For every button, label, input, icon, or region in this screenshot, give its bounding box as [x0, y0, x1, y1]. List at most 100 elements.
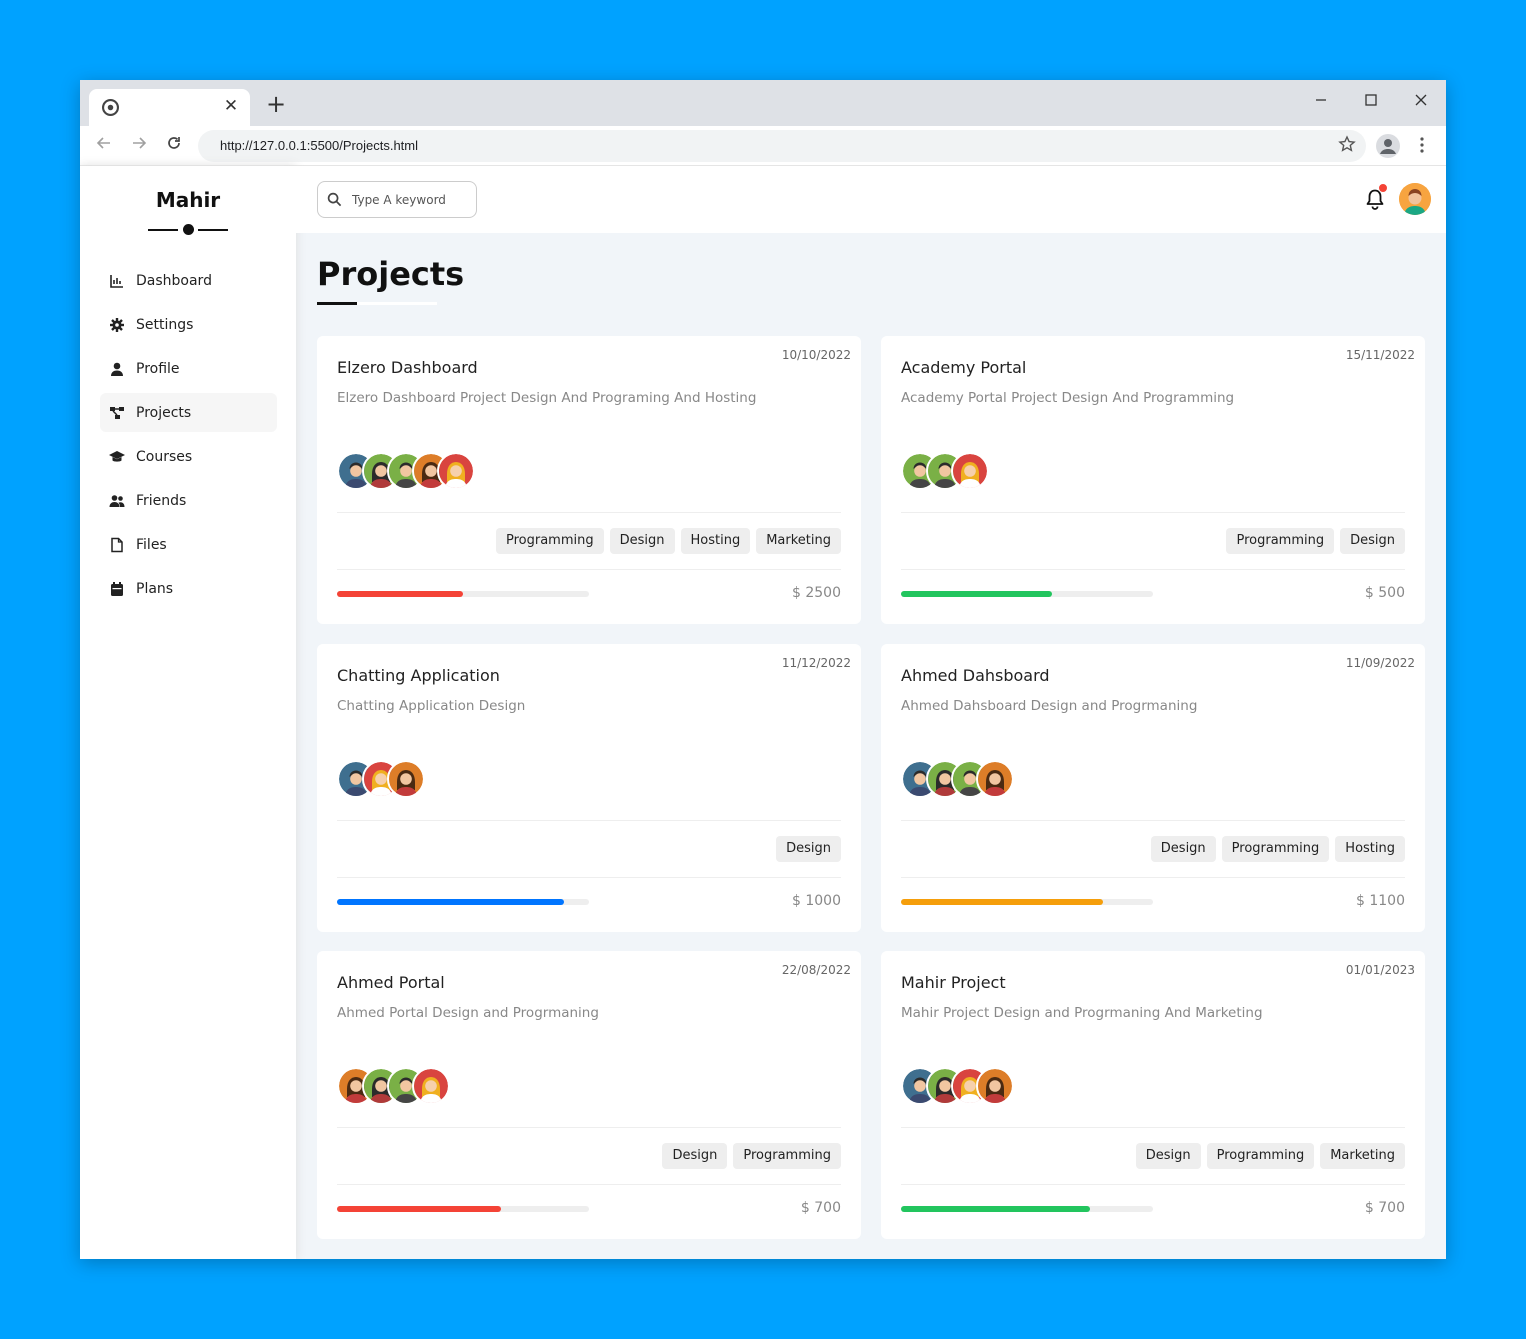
- project-tag[interactable]: Design: [1135, 1143, 1201, 1169]
- team-member-avatar[interactable]: [976, 760, 1014, 798]
- project-tag[interactable]: Programming: [1226, 528, 1335, 554]
- team-member-avatar[interactable]: [437, 452, 475, 490]
- kebab-icon: [1420, 137, 1424, 153]
- project-date: 10/10/2022: [781, 348, 851, 362]
- sidebar-item-label: Friends: [136, 492, 187, 509]
- card-divider: [901, 820, 1405, 821]
- project-tag[interactable]: Marketing: [1320, 1143, 1405, 1169]
- back-button[interactable]: [90, 132, 118, 160]
- address-bar[interactable]: http://127.0.0.1:5500/Projects.html: [198, 130, 1366, 162]
- project-card: 10/10/2022 Elzero Dashboard Elzero Dashb…: [317, 336, 861, 624]
- project-date: 11/12/2022: [781, 656, 851, 670]
- project-team: [337, 452, 475, 490]
- project-tag[interactable]: Design: [609, 528, 675, 554]
- sidebar-item-projects[interactable]: Projects: [100, 393, 277, 432]
- project-tags: Design Programming Marketing: [1130, 1143, 1405, 1169]
- project-tag[interactable]: Design: [776, 836, 841, 862]
- project-team: [901, 760, 1014, 798]
- sidebar-item-profile[interactable]: Profile: [100, 349, 277, 388]
- new-tab-button[interactable]: +: [265, 92, 287, 116]
- project-progress: [337, 899, 589, 905]
- project-date: 15/11/2022: [1345, 348, 1415, 362]
- project-title: Academy Portal: [901, 358, 1027, 377]
- sidebar-item-label: Courses: [136, 448, 193, 465]
- sidebar-item-dashboard[interactable]: Dashboard: [100, 261, 277, 300]
- project-date: 01/01/2023: [1345, 963, 1415, 977]
- project-tag[interactable]: Programming: [495, 528, 604, 554]
- browser-menu-button[interactable]: [1414, 132, 1430, 160]
- project-card: 15/11/2022 Academy Portal Academy Portal…: [881, 336, 1425, 624]
- project-title: Ahmed Portal: [337, 973, 445, 992]
- user-avatar[interactable]: [1399, 183, 1431, 215]
- sidebar-item-plans[interactable]: Plans: [100, 569, 277, 608]
- project-title: Elzero Dashboard: [337, 358, 478, 377]
- forward-button[interactable]: [125, 132, 153, 160]
- project-progress: [337, 591, 589, 597]
- team-member-avatar[interactable]: [387, 760, 425, 798]
- close-window-button[interactable]: [1406, 86, 1436, 116]
- project-tag[interactable]: Hosting: [1335, 836, 1405, 862]
- member-avatar-icon: [978, 1069, 1012, 1103]
- app-container: Mahir Dashboard Settings Profile Project…: [80, 166, 1446, 1259]
- page-title-underline-accent: [317, 302, 357, 305]
- project-tag[interactable]: Programming: [733, 1143, 841, 1169]
- browser-window: ✕ + http://127.0.0.1:5500/Projects.html: [80, 80, 1446, 1259]
- project-progress: [901, 591, 1153, 597]
- card-divider: [901, 877, 1405, 878]
- sidebar-item-label: Dashboard: [136, 272, 212, 289]
- project-description: Ahmed Portal Design and Progrmaning: [337, 1005, 599, 1021]
- card-divider: [337, 512, 841, 513]
- project-progress: [901, 1206, 1153, 1212]
- project-progress-fill: [337, 591, 463, 597]
- users-icon: [109, 494, 125, 507]
- project-date: 22/08/2022: [781, 963, 851, 977]
- team-member-avatar[interactable]: [951, 452, 989, 490]
- sidebar-nav: Dashboard Settings Profile Projects Cour…: [100, 261, 277, 613]
- project-title: Mahir Project: [901, 973, 1006, 992]
- project-tag[interactable]: Design: [1150, 836, 1216, 862]
- minimize-icon: [1316, 99, 1326, 101]
- project-progress: [901, 899, 1153, 905]
- project-tags: Design: [770, 836, 841, 862]
- browser-profile-button[interactable]: [1376, 134, 1400, 158]
- project-tag[interactable]: Design: [662, 1143, 728, 1169]
- minimize-button[interactable]: [1306, 86, 1336, 116]
- sidebar-item-files[interactable]: Files: [100, 525, 277, 564]
- browser-toolbar: http://127.0.0.1:5500/Projects.html: [80, 126, 1446, 166]
- project-progress-fill: [337, 899, 564, 905]
- sidebar-item-label: Files: [136, 536, 167, 553]
- project-price: $ 2500: [792, 585, 841, 601]
- member-avatar-icon: [439, 454, 473, 488]
- page-title: Projects: [317, 255, 465, 293]
- project-price: $ 1100: [1356, 893, 1405, 909]
- project-description: Elzero Dashboard Project Design And Prog…: [337, 390, 757, 406]
- project-team: [901, 1067, 1014, 1105]
- graduation-cap-icon: [109, 450, 125, 462]
- reload-button[interactable]: [160, 132, 188, 160]
- file-icon: [111, 537, 123, 552]
- star-icon[interactable]: [1338, 135, 1356, 153]
- sidebar-item-settings[interactable]: Settings: [100, 305, 277, 344]
- brand-divider-right: [198, 229, 228, 231]
- project-tag[interactable]: Programming: [1221, 836, 1330, 862]
- project-price: $ 500: [1364, 585, 1405, 601]
- project-tag[interactable]: Design: [1340, 528, 1405, 554]
- project-progress-fill: [901, 591, 1053, 597]
- maximize-button[interactable]: [1356, 86, 1386, 116]
- team-member-avatar[interactable]: [976, 1067, 1014, 1105]
- sidebar-item-label: Projects: [136, 404, 192, 421]
- browser-tab[interactable]: ✕: [89, 89, 250, 126]
- search-input[interactable]: [348, 182, 473, 217]
- team-member-avatar[interactable]: [412, 1067, 450, 1105]
- project-tag[interactable]: Hosting: [680, 528, 751, 554]
- sidebar-item-courses[interactable]: Courses: [100, 437, 277, 476]
- project-card: 11/12/2022 Chatting Application Chatting…: [317, 644, 861, 932]
- calendar-icon: [111, 581, 123, 596]
- card-divider: [901, 1127, 1405, 1128]
- search-icon: [327, 192, 342, 207]
- notification-badge: [1378, 183, 1388, 193]
- project-tag[interactable]: Marketing: [756, 528, 841, 554]
- tab-close-icon[interactable]: ✕: [221, 96, 241, 116]
- sidebar-item-friends[interactable]: Friends: [100, 481, 277, 520]
- project-tag[interactable]: Programming: [1206, 1143, 1315, 1169]
